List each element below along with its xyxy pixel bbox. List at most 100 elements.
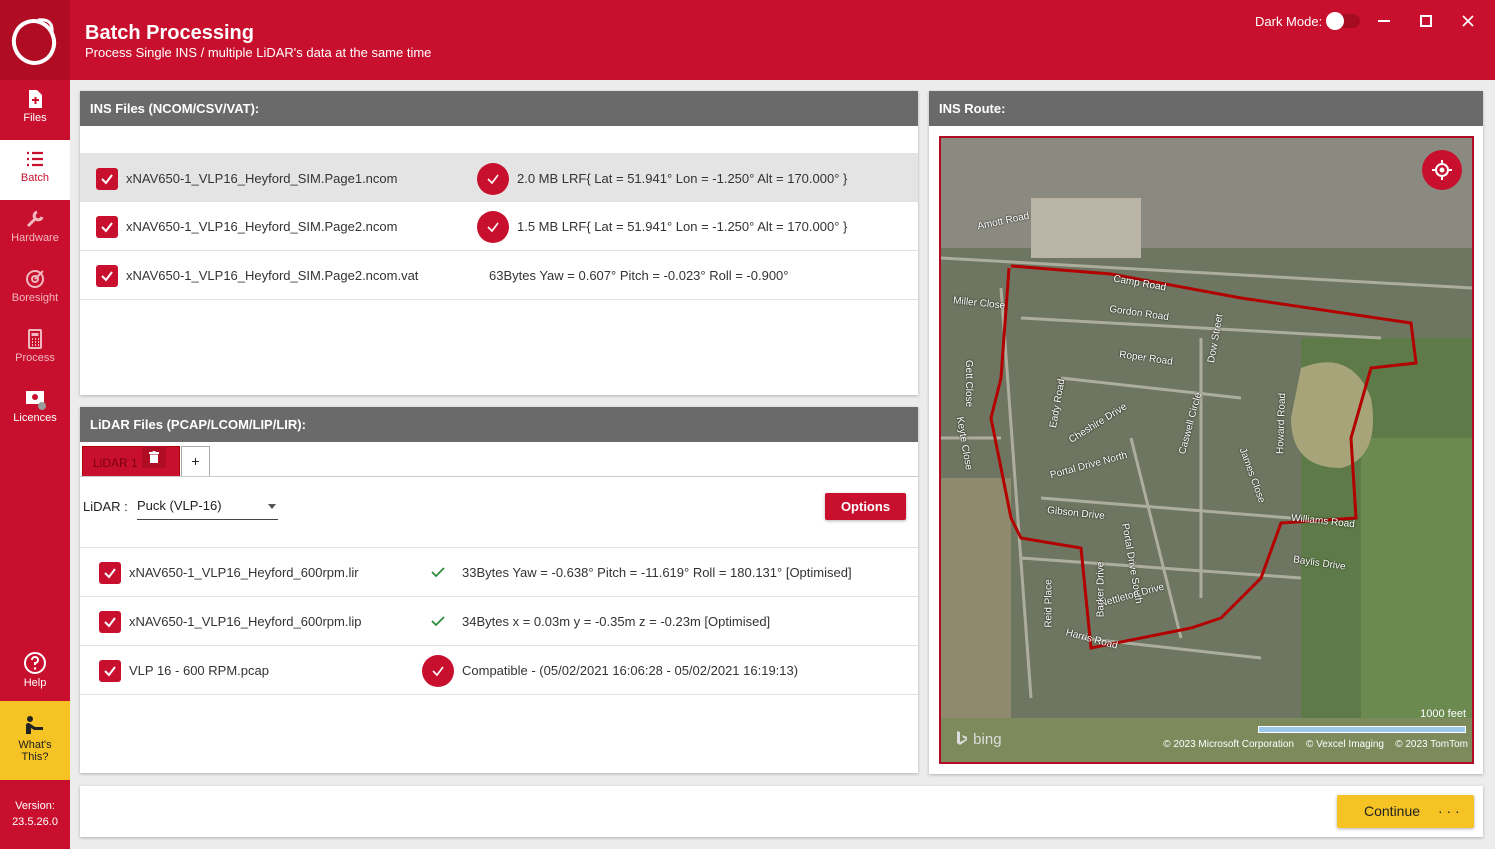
list-item[interactable]: xNAV650-1_VLP16_Heyford_SIM.Page1.ncom 2… xyxy=(80,153,918,202)
list-item[interactable]: xNAV650-1_VLP16_Heyford_600rpm.lir 33Byt… xyxy=(80,548,918,597)
street-label: Gett Close xyxy=(963,359,975,408)
calculator-icon xyxy=(28,329,42,349)
sidebar-item-label: Licences xyxy=(13,412,57,424)
checkmark-icon xyxy=(104,568,116,579)
file-info: Compatible - (05/02/2021 16:06:28 - 05/0… xyxy=(462,663,799,678)
file-name: xNAV650-1_VLP16_Heyford_600rpm.lir xyxy=(129,565,359,580)
sidebar-item-label: Hardware xyxy=(11,232,59,244)
file-checkbox[interactable] xyxy=(99,562,121,584)
checkmark-icon xyxy=(104,666,116,677)
checkmark-icon xyxy=(431,567,445,578)
options-button[interactable]: Options xyxy=(825,493,906,520)
title-bar: Batch Processing Process Single INS / mu… xyxy=(0,0,1495,80)
street-label: Barker Drive xyxy=(1095,561,1107,618)
checkmark-icon xyxy=(101,222,113,233)
maximize-button[interactable] xyxy=(1411,8,1441,34)
sidebar-item-label: Boresight xyxy=(11,292,59,304)
list-icon xyxy=(27,151,43,167)
file-checkbox[interactable] xyxy=(96,265,118,287)
lidar-type-select[interactable]: Puck (VLP-16) xyxy=(137,496,278,520)
delete-tab-button[interactable] xyxy=(142,446,166,468)
chevron-down-icon xyxy=(268,504,276,509)
app-logo xyxy=(0,0,70,80)
close-button[interactable] xyxy=(1453,8,1483,34)
toggle-knob xyxy=(1326,12,1344,30)
sidebar-item-boresight[interactable]: Boresight xyxy=(0,260,70,320)
wrench-icon xyxy=(26,210,44,228)
close-icon xyxy=(1462,15,1474,27)
footer-bar: Continue · · · xyxy=(80,786,1483,837)
minimize-icon xyxy=(1378,20,1390,22)
continue-dots: · · · xyxy=(1437,803,1460,819)
version-value: 23.5.26.0 xyxy=(12,816,58,828)
sidebar-item-label: Files xyxy=(23,112,47,124)
whats-this-button[interactable]: What's This? xyxy=(0,701,70,780)
whats-this-line1: What's xyxy=(18,739,52,751)
file-info: 1.5 MB LRF{ Lat = 51.941° Lon = -1.250° … xyxy=(517,219,848,234)
file-checkbox[interactable] xyxy=(99,660,121,682)
file-name: VLP 16 - 600 RPM.pcap xyxy=(129,663,269,678)
sidebar-item-label: Batch xyxy=(20,172,50,184)
checkmark-icon xyxy=(101,271,113,282)
file-checkbox[interactable] xyxy=(96,168,118,190)
minimize-button[interactable] xyxy=(1369,8,1399,34)
file-checkbox[interactable] xyxy=(99,611,121,633)
status-ok-badge xyxy=(477,211,509,243)
ins-route-panel: INS Route: Amott Road Camp Road Gordon R… xyxy=(929,91,1483,774)
add-tab-button[interactable]: + xyxy=(181,446,210,477)
app-subtitle: Process Single INS / multiple LiDAR's da… xyxy=(85,45,432,60)
status-ok-badge xyxy=(422,655,454,687)
sidebar-item-files[interactable]: Files xyxy=(0,80,70,140)
tab-label: LiDAR 1 xyxy=(93,456,138,470)
file-name: xNAV650-1_VLP16_Heyford_SIM.Page2.ncom xyxy=(126,219,398,234)
checkmark-icon xyxy=(101,174,113,185)
dark-mode-label: Dark Mode: xyxy=(1255,14,1323,29)
continue-button[interactable]: Continue · · · xyxy=(1337,795,1474,828)
bing-label: bing xyxy=(973,731,1002,748)
file-info: 33Bytes Yaw = -0.638° Pitch = -11.619° R… xyxy=(462,565,852,580)
list-item[interactable]: xNAV650-1_VLP16_Heyford_SIM.Page2.ncom.v… xyxy=(80,251,918,300)
checkmark-icon xyxy=(431,616,445,627)
maximize-icon xyxy=(1420,15,1432,27)
ins-route-header: INS Route: xyxy=(929,91,1483,126)
logo-icon xyxy=(11,18,57,65)
map-scale-bar xyxy=(1258,726,1466,733)
checkmark-icon xyxy=(104,617,116,628)
list-item[interactable]: xNAV650-1_VLP16_Heyford_600rpm.lip 34Byt… xyxy=(80,597,918,646)
sidebar-item-licences[interactable]: Licences xyxy=(0,380,70,440)
help-button[interactable]: Help xyxy=(0,651,70,701)
status-ok-badge xyxy=(477,163,509,195)
locate-button[interactable] xyxy=(1422,150,1462,190)
route-map[interactable]: Amott Road Camp Road Gordon Road Miller … xyxy=(939,136,1474,764)
help-label: Help xyxy=(23,677,47,689)
bing-icon xyxy=(957,731,967,745)
lidar-type-label: LiDAR : xyxy=(83,499,128,514)
dark-mode-toggle[interactable] xyxy=(1326,12,1360,30)
file-checkbox[interactable] xyxy=(96,216,118,238)
list-item[interactable]: xNAV650-1_VLP16_Heyford_SIM.Page2.ncom 1… xyxy=(80,202,918,251)
list-item[interactable]: VLP 16 - 600 RPM.pcap Compatible - (05/0… xyxy=(80,646,918,695)
target-icon xyxy=(26,270,44,288)
file-icon xyxy=(29,90,42,108)
checkmark-icon xyxy=(487,174,499,185)
bing-logo: bing xyxy=(955,730,1002,748)
sidebar-item-process[interactable]: Process xyxy=(0,320,70,380)
person-desk-icon xyxy=(26,716,43,734)
version-info: Version: 23.5.26.0 xyxy=(0,798,70,830)
street-label: Reid Place xyxy=(1043,579,1055,628)
street-label: Howard Road xyxy=(1275,392,1289,455)
sidebar-item-batch[interactable]: Batch xyxy=(0,140,70,200)
lidar-files-panel: LiDAR Files (PCAP/LCOM/LIP/LIR): LiDAR 1… xyxy=(80,407,918,773)
whats-this-line2: This? xyxy=(21,751,49,763)
lidar-type-value: Puck (VLP-16) xyxy=(137,498,222,513)
file-name: xNAV650-1_VLP16_Heyford_600rpm.lip xyxy=(129,614,362,629)
checkmark-icon xyxy=(487,222,499,233)
sidebar-item-hardware[interactable]: Hardware xyxy=(0,200,70,260)
map-imagery xyxy=(941,138,1472,762)
map-copyright: © 2023 Microsoft Corporation xyxy=(1163,739,1294,750)
map-copyright: © 2023 TomTom xyxy=(1395,739,1468,750)
file-name: xNAV650-1_VLP16_Heyford_SIM.Page1.ncom xyxy=(126,171,398,186)
file-info: 34Bytes x = 0.03m y = -0.35m z = -0.23m … xyxy=(462,614,771,629)
sidebar: Files Batch Hardware Boresight Process L… xyxy=(0,80,70,849)
file-info: 63Bytes Yaw = 0.607° Pitch = -0.023° Rol… xyxy=(489,268,789,283)
